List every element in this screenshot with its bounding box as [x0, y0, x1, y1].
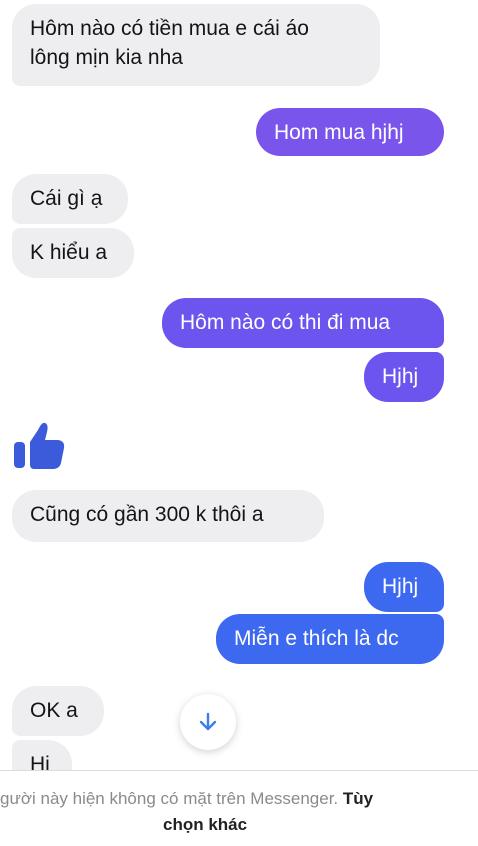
message-text: Hjhj — [382, 575, 419, 598]
message-text: OK a — [30, 699, 78, 722]
message-incoming[interactable]: OK a — [12, 686, 104, 736]
unavailable-notice: gười này hiện không có mặt trên Messenge… — [0, 789, 373, 809]
message-text: Cũng có gần 300 k thôi a — [30, 503, 264, 526]
message-outgoing[interactable]: Miễn e thích là dc — [216, 614, 444, 664]
message-outgoing[interactable]: Hom mua hjhj — [256, 108, 444, 156]
thumbs-up-icon[interactable] — [12, 420, 68, 472]
message-text: Hôm nào có thi đi mua — [180, 311, 391, 334]
message-text: Miễn e thích là dc — [234, 627, 399, 650]
message-text-line: Hôm nào có tiền mua e cái áo — [30, 17, 309, 40]
message-incoming[interactable]: Hi — [12, 740, 72, 770]
message-text-line: lông mịn kia nha — [30, 46, 183, 69]
message-thread[interactable]: Hôm nào có tiền mua e cái áo lông mịn ki… — [0, 0, 478, 770]
notice-text: gười này hiện không có mặt trên Messenge… — [0, 789, 339, 808]
unavailable-notice-bar: gười này hiện không có mặt trên Messenge… — [0, 770, 478, 846]
message-incoming[interactable]: Hôm nào có tiền mua e cái áo lông mịn ki… — [12, 4, 380, 86]
message-text: K hiểu a — [30, 241, 108, 264]
message-incoming[interactable]: K hiểu a — [12, 228, 134, 278]
message-text: Cái gì ạ — [30, 187, 103, 210]
message-text: Hjhj — [382, 365, 419, 388]
message-outgoing[interactable]: Hjhj — [364, 562, 444, 612]
message-outgoing[interactable]: Hôm nào có thi đi mua — [162, 298, 444, 348]
more-options-link[interactable]: chọn khác — [163, 815, 247, 835]
message-text: Hom mua hjhj — [274, 121, 404, 144]
scroll-to-bottom-button[interactable] — [180, 694, 236, 750]
message-incoming[interactable]: Cũng có gần 300 k thôi a — [12, 490, 324, 542]
more-options-link[interactable]: Tùy — [343, 789, 373, 808]
message-outgoing[interactable]: Hjhj — [364, 352, 444, 402]
message-incoming[interactable]: Cái gì ạ — [12, 174, 128, 224]
arrow-down-icon — [199, 712, 217, 731]
message-text: Hi — [30, 753, 50, 770]
